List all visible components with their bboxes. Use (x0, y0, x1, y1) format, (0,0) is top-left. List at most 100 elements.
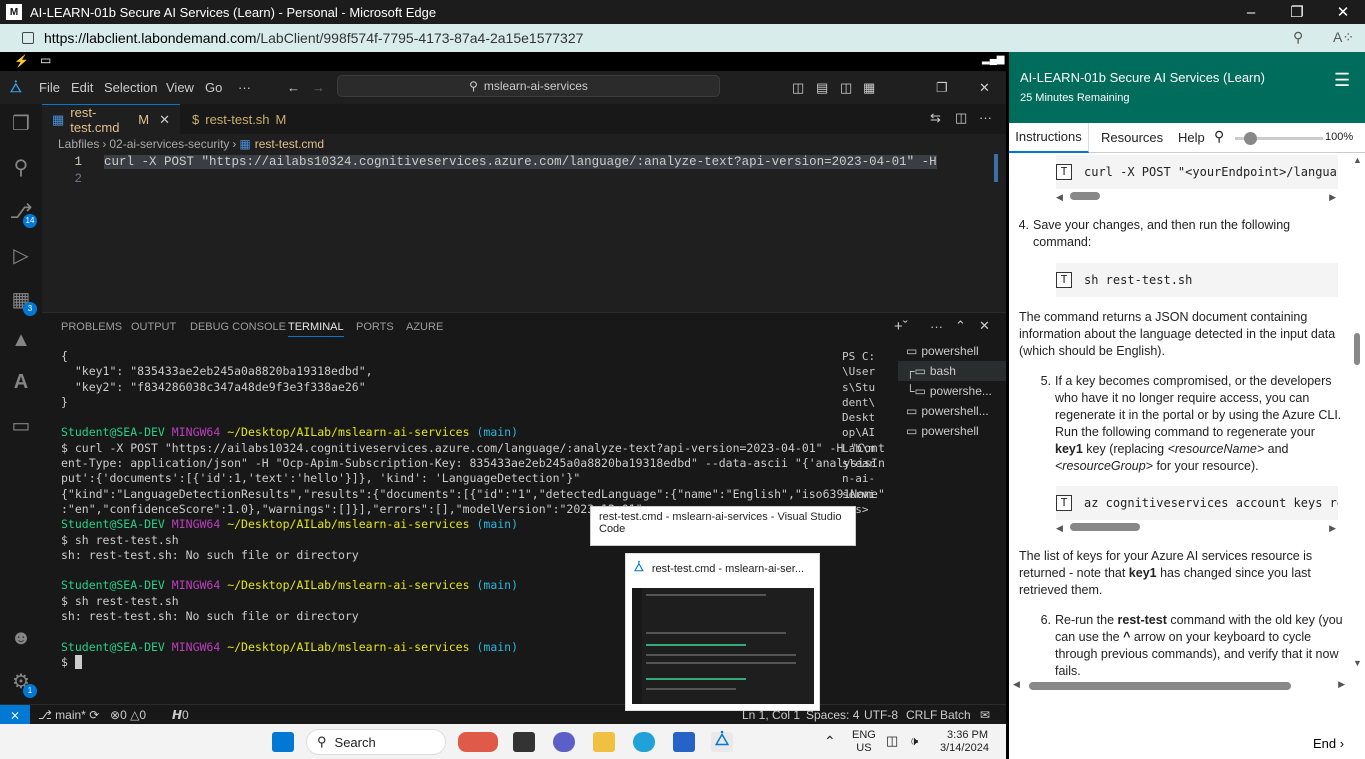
network-icon[interactable]: ◫ (886, 733, 898, 749)
maximize-panel-icon[interactable]: ⌃ (955, 318, 966, 334)
source-control-icon[interactable]: ⎇ 14 (9, 200, 37, 228)
close-vscode-icon[interactable]: ✕ (979, 80, 990, 96)
tab-terminal[interactable]: TERMINAL (288, 321, 344, 337)
minimize-button[interactable]: – (1228, 0, 1274, 24)
type-text-icon[interactable]: T (1056, 164, 1072, 180)
tab-help[interactable]: Help (1178, 130, 1205, 145)
restore-button[interactable]: ❐ (1274, 0, 1320, 24)
tab-rest-test-sh[interactable]: $ rest-test.sh M (182, 104, 302, 134)
tab-rest-test-cmd[interactable]: ▦ rest-test.cmd M ✕ (42, 104, 180, 135)
close-panel-icon[interactable]: ✕ (979, 318, 990, 334)
tab-ports[interactable]: PORTS (356, 321, 394, 333)
editor-scrollbar[interactable] (994, 154, 998, 182)
tab-output[interactable]: OUTPUT (131, 321, 176, 333)
store-icon[interactable] (673, 732, 695, 752)
line-ending[interactable]: CRLF (906, 708, 937, 722)
vscode-taskbar-icon[interactable]: ⧊ (711, 732, 733, 752)
remote-indicator-icon[interactable]: ⨯ (0, 705, 30, 725)
zoom-slider-thumb[interactable] (1244, 132, 1257, 145)
toggle-secondary-sidebar-icon[interactable]: ◫ (840, 80, 852, 96)
new-terminal-icon[interactable]: +ˇ (894, 318, 908, 335)
hamburger-menu-icon[interactable]: ☰ (1334, 70, 1350, 91)
remote-explorer-icon[interactable]: ▭ (9, 414, 33, 438)
code-scrollbar[interactable]: ◀ ▶ (1056, 189, 1338, 203)
problems-indicator[interactable]: ⊗0 △0 (110, 708, 146, 722)
start-icon[interactable] (272, 732, 294, 752)
search-icon[interactable]: ⚲ (9, 156, 33, 180)
toggle-sidebar-icon[interactable]: ◫ (792, 80, 804, 96)
customize-layout-icon[interactable]: ▦ (863, 80, 875, 96)
settings-gear-icon[interactable]: ⚙ 1 (9, 670, 37, 698)
notifications-icon[interactable]: ✉ (980, 708, 990, 722)
code-scrollbar[interactable]: ◀ ▶ (1056, 520, 1338, 534)
code-block[interactable]: Taz cognitiveservices account keys reg (1056, 486, 1338, 520)
restore-vscode-icon[interactable]: ❐ (936, 80, 948, 96)
menu-edit[interactable]: Edit (71, 80, 93, 95)
encoding[interactable]: UTF-8 (864, 708, 898, 722)
code-line[interactable]: curl -X POST "https://ailabs10324.cognit… (104, 155, 937, 169)
instructions-scrollbar[interactable]: ▲ ▼ (1349, 153, 1365, 737)
tab-instructions[interactable]: Instructions (1009, 123, 1089, 153)
menu-go[interactable]: Go (205, 80, 222, 95)
file-explorer-icon[interactable] (593, 732, 615, 752)
zoom-search-icon[interactable]: ⚲ (1214, 128, 1224, 145)
ports-indicator[interactable]: 𝞖0 (172, 708, 189, 722)
clock[interactable]: 3:36 PM 3/14/2024 (940, 729, 989, 755)
account-icon[interactable]: ☻ (9, 626, 33, 650)
more-actions-icon[interactable]: ··· (930, 319, 943, 334)
code-block[interactable]: Tsh rest-test.sh (1056, 263, 1338, 297)
extensions-icon[interactable]: ▦ 3 (9, 288, 37, 316)
task-view-icon[interactable] (513, 732, 535, 752)
tab-resources[interactable]: Resources (1101, 130, 1163, 145)
taskbar-thumbnail[interactable]: ⧊ rest-test.cmd - mslearn-ai-ser... (625, 553, 820, 711)
back-arrow-icon[interactable]: ← (287, 80, 300, 95)
taskbar-search[interactable]: ⚲ Search (306, 729, 446, 755)
more-actions-icon[interactable]: ··· (979, 110, 992, 125)
tab-problems[interactable]: PROBLEMS (61, 321, 122, 333)
type-text-icon[interactable]: T (1056, 495, 1072, 511)
read-aloud-icon[interactable]: A⁘ (1333, 29, 1354, 46)
more-menu-icon[interactable]: ··· (238, 80, 251, 95)
breadcrumb-labfiles[interactable]: Labfiles (58, 137, 99, 151)
toggle-panel-icon[interactable]: ▤ (816, 80, 828, 96)
terminal-item[interactable]: ▭ powershell (898, 341, 1006, 361)
terminal-item[interactable]: ▭ powershell... (898, 401, 1006, 421)
run-debug-icon[interactable]: ▷ (9, 244, 33, 268)
split-editor-icon[interactable]: ◫ (955, 110, 967, 126)
address-bar[interactable]: https://labclient.labondemand.com/LabCli… (0, 24, 1365, 52)
menu-file[interactable]: File (39, 80, 60, 95)
breadcrumb-file[interactable]: rest-test.cmd (255, 137, 324, 151)
azure-icon[interactable]: A (9, 370, 33, 394)
zoom-slider[interactable] (1235, 132, 1323, 145)
language-indicator[interactable]: ENG US (852, 729, 876, 755)
terminal-item[interactable]: ▭ powershell (898, 421, 1006, 441)
chevron-up-icon[interactable]: ⌃ (824, 733, 836, 750)
branch-indicator[interactable]: ⎇ main* ⟳ (38, 708, 99, 722)
volume-icon[interactable]: 🕩 (910, 733, 918, 749)
menu-selection[interactable]: Selection (104, 80, 157, 95)
terminal-item[interactable]: ┌▭ bash (898, 361, 1006, 381)
edge-icon[interactable] (633, 732, 655, 752)
forward-arrow-icon[interactable]: → (312, 80, 325, 95)
close-tab-icon[interactable]: ✕ (159, 112, 170, 128)
language-mode[interactable]: Batch (940, 708, 971, 722)
open-changes-icon[interactable]: ⇆ (930, 110, 941, 126)
scrollbar-thumb[interactable] (1354, 333, 1360, 365)
code-editor[interactable]: 1 curl -X POST "https://ailabs10324.cogn… (42, 154, 1006, 312)
tab-debug-console[interactable]: DEBUG CONSOLE (190, 321, 286, 333)
menu-view[interactable]: View (166, 80, 194, 95)
tab-azure[interactable]: AZURE (406, 321, 443, 333)
horizontal-scrollbar[interactable]: ◀ ▶ (1013, 679, 1345, 693)
command-center-search[interactable]: ⚲ mslearn-ai-services (337, 75, 720, 97)
end-button[interactable]: End › (1313, 736, 1344, 751)
code-block[interactable]: Tcurl -X POST "<yourEndpoint>/langua (1056, 155, 1338, 189)
widget-icon[interactable] (458, 732, 498, 752)
zoom-icon[interactable]: ⚲ (1293, 29, 1303, 46)
explorer-icon[interactable]: ❐ (9, 112, 33, 136)
breadcrumb-folder[interactable]: 02-ai-services-security (109, 137, 229, 151)
terminal-item[interactable]: └▭ powershe... (898, 381, 1006, 401)
close-window-button[interactable]: ✕ (1320, 0, 1365, 24)
chat-icon[interactable] (553, 732, 575, 752)
testing-icon[interactable]: ▲ (9, 328, 33, 352)
type-text-icon[interactable]: T (1056, 272, 1072, 288)
